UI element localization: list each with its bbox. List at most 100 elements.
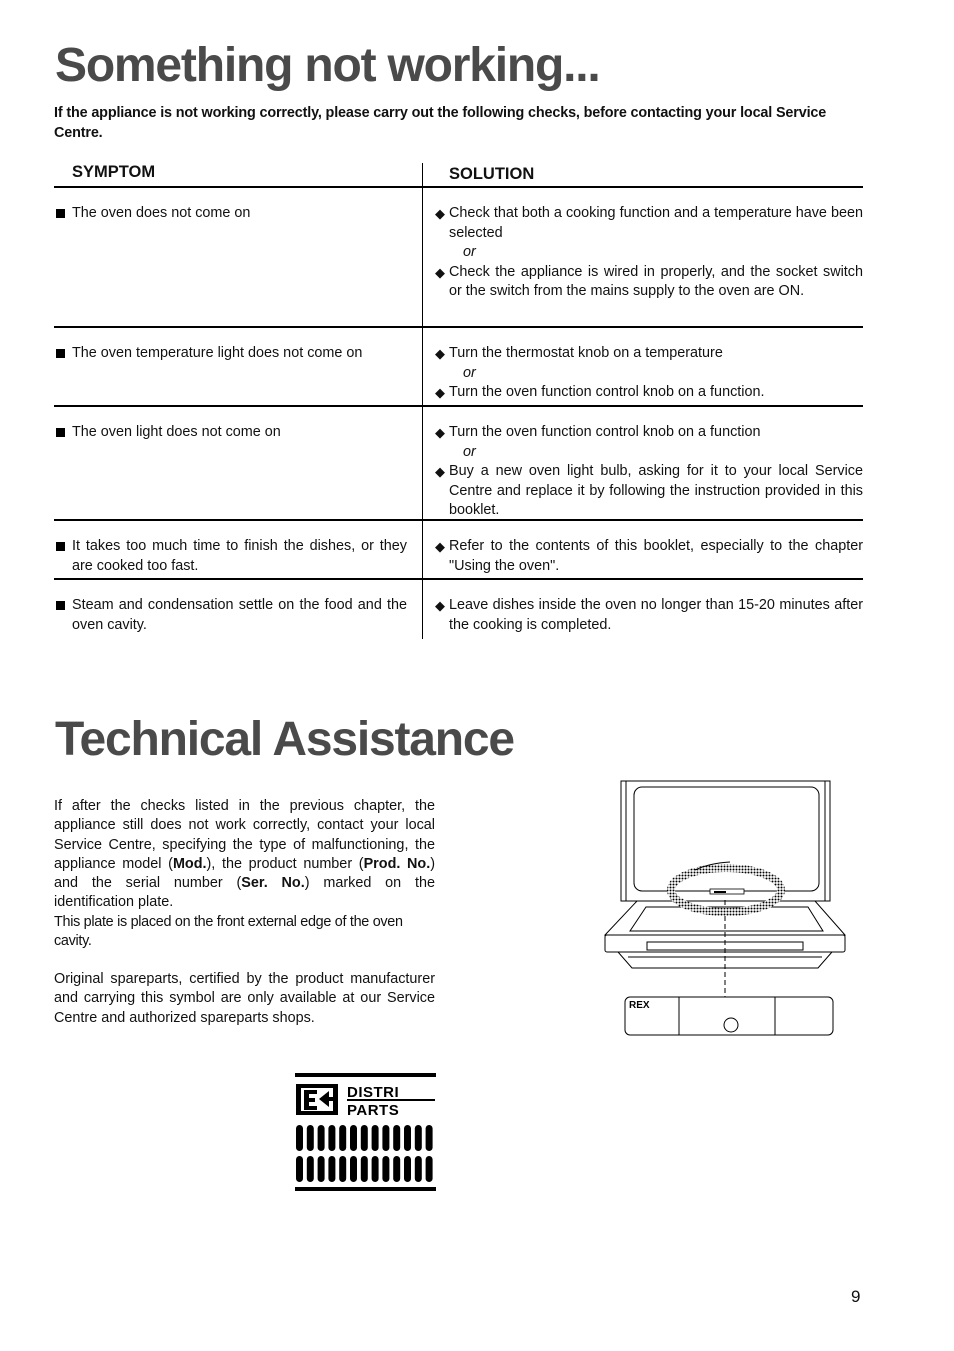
logo-bar xyxy=(414,1125,422,1151)
or-separator: or xyxy=(463,244,476,260)
logo-text-distri: DISTRI xyxy=(347,1084,399,1101)
page-title-troubleshooting: Something not working... xyxy=(55,39,601,92)
oven-identification-plate-illustration: REX xyxy=(603,780,847,1036)
logo-bar xyxy=(317,1125,325,1151)
solution-text: Leave dishes inside the oven no longer t… xyxy=(449,597,863,633)
symptom-cell: The oven does not come on xyxy=(54,204,407,224)
table-header: SYMPTOM SOLUTION xyxy=(54,160,863,188)
table-row: Steam and condensation settle on the foo… xyxy=(54,580,863,642)
diamond-bullet-icon: ◆ xyxy=(435,385,445,400)
table-row: The oven temperature light does not come… xyxy=(54,328,863,407)
solution-cell: ◆ Refer to the contents of this booklet, … xyxy=(435,521,863,582)
square-bullet-icon xyxy=(56,349,65,358)
logo-bar xyxy=(306,1156,314,1182)
logo-bar xyxy=(414,1156,422,1182)
rex-brand-label: REX xyxy=(629,1000,650,1011)
prod-no-label: Prod. No. xyxy=(363,855,431,872)
solution-cell: ◆ Turn the thermostat knob on a temperatu… xyxy=(435,328,863,409)
table-row: It takes too much time to finish the dis… xyxy=(54,521,863,580)
logo-bar xyxy=(296,1125,303,1151)
assistance-paragraph-1: If after the checks listed in the previo… xyxy=(54,797,435,951)
distriparts-logo: DISTRI PARTS xyxy=(295,1073,436,1191)
diamond-bullet-icon: ◆ xyxy=(435,539,445,554)
distriparts-e-icon xyxy=(296,1084,338,1115)
logo-bar xyxy=(425,1156,433,1182)
logo-bar xyxy=(339,1156,347,1182)
square-bullet-icon xyxy=(56,209,65,218)
diamond-bullet-icon: ◆ xyxy=(435,598,445,613)
solution-item: ◆ Refer to the contents of this booklet, … xyxy=(435,537,863,576)
logo-bar xyxy=(350,1125,357,1151)
logo-bar xyxy=(328,1156,336,1182)
mod-label: Mod. xyxy=(172,855,207,872)
square-bullet-icon xyxy=(56,601,65,610)
diamond-bullet-icon: ◆ xyxy=(435,425,445,440)
solution-cell: ◆ Leave dishes inside the oven no longer … xyxy=(435,580,863,641)
logo-bars xyxy=(296,1125,433,1182)
logo-bar xyxy=(404,1125,411,1151)
solution-text: Check the appliance is wired in properly… xyxy=(449,263,863,300)
symptom-text: It takes too much time to finish the dis… xyxy=(72,538,407,574)
solution-text: Check that both a cooking function and a… xyxy=(449,205,863,241)
or-separator: or xyxy=(463,443,476,460)
solution-text: Refer to the contents of this booklet, e… xyxy=(449,538,863,574)
logo-bar xyxy=(350,1156,357,1182)
solution-item: ◆ Turn the thermostat knob on a temperatu… xyxy=(435,344,863,364)
logo-bar xyxy=(382,1156,390,1182)
solution-cell: ◆ Turn the oven function control knob on … xyxy=(435,407,863,527)
ser-no-label: Ser. No. xyxy=(241,875,305,892)
rating-plate-detail: REX xyxy=(624,996,834,1036)
symptom-cell: The oven temperature light does not come… xyxy=(54,344,407,364)
logo-bar xyxy=(404,1156,411,1182)
logo-bar xyxy=(382,1125,390,1151)
table-row: The oven light does not come on ◆ Turn th… xyxy=(54,407,863,521)
table-row: The oven does not come on ◆ Check that bo… xyxy=(54,188,863,328)
logo-bar xyxy=(306,1125,314,1151)
diamond-bullet-icon: ◆ xyxy=(435,346,445,361)
square-bullet-icon xyxy=(56,542,65,551)
solution-item: ◆ Buy a new oven light bulb, asking for i… xyxy=(435,462,863,521)
solution-item: ◆ Check the appliance is wired in properl… xyxy=(435,263,863,302)
solution-item: ◆ Check that both a cooking function and … xyxy=(435,204,863,243)
assistance-paragraph-2: Original spareparts, certified by the pr… xyxy=(54,971,435,1026)
page-number: 9 xyxy=(851,1287,861,1306)
solution-text: Turn the oven function control knob on a… xyxy=(449,424,761,440)
logo-bar xyxy=(393,1125,401,1151)
diamond-bullet-icon: ◆ xyxy=(435,206,445,221)
header-solution: SOLUTION xyxy=(449,165,535,183)
solution-text: Turn the thermostat knob on a temperatur… xyxy=(449,345,723,361)
logo-bar xyxy=(371,1125,379,1151)
diamond-bullet-icon: ◆ xyxy=(435,464,445,479)
logo-bar xyxy=(296,1156,303,1182)
troubleshooting-table: SYMPTOM SOLUTION The oven does not come … xyxy=(54,160,863,642)
solution-item: ◆ Leave dishes inside the oven no longer … xyxy=(435,596,863,635)
intro-text: If the appliance is not working correctl… xyxy=(54,105,827,141)
plate-location-text: This plate is placed on the front extern… xyxy=(54,913,403,950)
logo-bar xyxy=(425,1125,433,1151)
solution-item: ◆ Turn the oven function control knob on … xyxy=(435,423,863,443)
solution-cell: ◆ Check that both a cooking function and … xyxy=(435,188,863,308)
solution-text: Buy a new oven light bulb, asking for it… xyxy=(449,463,863,518)
logo-bar xyxy=(371,1156,379,1182)
logo-bar xyxy=(328,1125,336,1151)
symptom-text: The oven temperature light does not come… xyxy=(72,345,363,361)
symptom-text: The oven light does not come on xyxy=(72,424,281,440)
solution-item: ◆ Turn the oven function control knob on … xyxy=(435,383,863,403)
logo-bar xyxy=(360,1156,368,1182)
symptom-cell: The oven light does not come on xyxy=(54,423,407,443)
symptom-text: Steam and condensation settle on the foo… xyxy=(72,597,407,633)
symptom-text: The oven does not come on xyxy=(72,205,251,221)
symptom-cell: It takes too much time to finish the dis… xyxy=(54,537,407,576)
logo-bar xyxy=(317,1156,325,1182)
logo-bar xyxy=(360,1125,368,1151)
text-run: ), the product number ( xyxy=(206,855,364,872)
logo-bar xyxy=(339,1125,347,1151)
solution-text: Turn the oven function control knob on a… xyxy=(449,384,765,400)
page-title-assistance: Technical Assistance xyxy=(55,713,515,766)
diamond-bullet-icon: ◆ xyxy=(435,264,445,280)
logo-bar xyxy=(393,1156,401,1182)
oven-cavity-frame xyxy=(620,780,831,902)
logo-text-parts: PARTS xyxy=(347,1102,399,1119)
symptom-cell: Steam and condensation settle on the foo… xyxy=(54,596,407,635)
header-symptom: SYMPTOM xyxy=(72,163,156,181)
